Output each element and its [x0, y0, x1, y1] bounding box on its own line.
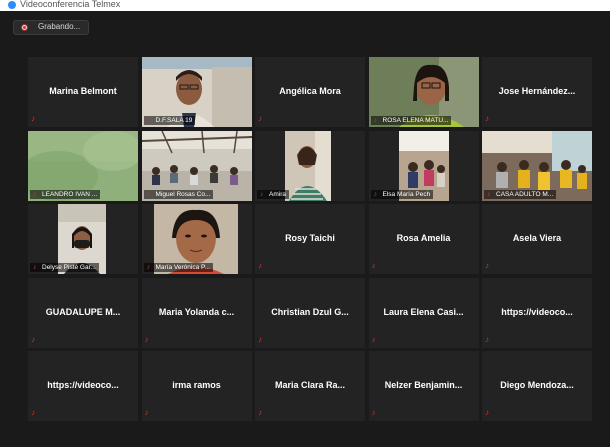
participant-name: Asela Viera — [512, 233, 562, 243]
microphone-muted-icon: ♪ — [33, 190, 37, 198]
participant-name-caption: ♪ D.F.SALA 19 — [143, 116, 196, 125]
participant-name: Marina Belmont — [49, 86, 117, 96]
participant-name: Jose Hernández... — [498, 86, 576, 96]
participant-name: GUADALUPE M... — [45, 306, 121, 317]
participant-video — [285, 130, 331, 201]
microphone-muted-icon: ♪ — [258, 114, 262, 123]
microphone-muted-icon: ♪ — [485, 408, 489, 417]
participant-name: Delyse Pisté Gar... — [42, 264, 96, 271]
participant-tile-diego-mendoza[interactable]: Diego Mendoza... ♪ — [482, 351, 592, 421]
microphone-muted-icon: ♪ — [31, 114, 35, 123]
participant-name: CASA ADULTO M... — [496, 190, 554, 198]
participant-name: https://videoco... — [501, 306, 573, 317]
microphone-muted-icon: ♪ — [144, 408, 149, 417]
participant-name: Miguel Rosas Co... — [155, 190, 211, 198]
participant-tile-rosa-elena-matu[interactable]: ♪ ROSA ELENA MATU... — [368, 57, 479, 127]
participant-tile-rosa-amelia[interactable]: Rosa Amelia ♪ — [368, 204, 479, 274]
participant-tile-elsa-maria-pech[interactable]: ♪ Elsa María Pech — [368, 130, 479, 201]
participant-name: LEANDRO IVAN ... — [42, 190, 98, 198]
participant-tile-christian-dzul-g[interactable]: Christian Dzul G... ♪ — [255, 277, 365, 348]
participant-tile-laura-elena-casi[interactable]: Laura Elena Casi... ♪ — [368, 277, 479, 348]
microphone-muted-icon: ♪ — [258, 261, 262, 270]
microphone-muted-icon: ♪ — [33, 264, 37, 271]
microphone-muted-icon: ♪ — [146, 117, 151, 124]
participant-name: Angélica Mora — [279, 86, 341, 96]
participant-name: Christian Dzul G... — [271, 306, 349, 317]
participant-name-caption: ♪ Amira — [257, 189, 289, 199]
participant-tile-nelzer-benjamin[interactable]: Nelzer Benjamin... ♪ — [368, 351, 479, 421]
participant-tile-d-f-sala-19[interactable]: ♪ D.F.SALA 19 — [141, 57, 252, 127]
microphone-muted-icon: ♪ — [146, 264, 151, 271]
participant-tile-maria-clara-ra[interactable]: Maria Clara Ra... ♪ — [255, 351, 365, 421]
microphone-muted-icon: ♪ — [258, 408, 262, 417]
participant-tile-miguel-rosas-co[interactable]: ♪ Miguel Rosas Co... — [141, 130, 252, 201]
participant-name: irma ramos — [172, 380, 221, 390]
participant-name: Rosa Amelia — [396, 233, 451, 243]
microphone-muted-icon: ♪ — [371, 408, 376, 417]
microphone-muted-icon: ♪ — [31, 408, 35, 417]
microphone-muted-icon: ♪ — [485, 114, 489, 123]
microphone-muted-icon: ♪ — [371, 334, 376, 344]
participant-tile-rosy-taichi[interactable]: Rosy Taichi ♪ — [255, 204, 365, 274]
participant-tile-asela-viera[interactable]: Asela Viera ♪ — [482, 204, 592, 274]
app-logo-icon — [8, 1, 16, 9]
microphone-muted-icon: ♪ — [485, 334, 489, 344]
window-title: Videoconferencia Telmex — [20, 0, 121, 9]
participant-gallery: Marina Belmont ♪ ♪ D.F.SALA 19 Angélica Mora… — [28, 57, 592, 421]
microphone-muted-icon: ♪ — [373, 190, 378, 198]
participant-name-caption: ♪ Miguel Rosas Co... — [143, 189, 214, 199]
participant-name-caption: ♪ CASA ADULTO M... — [484, 189, 557, 199]
participant-name-caption: ♪ Elsa María Pech — [370, 189, 434, 199]
participant-tile-https-videoco[interactable]: https://videoco... ♪ — [482, 277, 592, 348]
participant-tile-irma-ramos[interactable]: irma ramos ♪ — [141, 351, 252, 421]
participant-name: Rosy Taichi — [285, 233, 335, 243]
participant-tile-maria-yolanda-c[interactable]: Maria Yolanda c... ♪ — [141, 277, 252, 348]
participant-name: Laura Elena Casi... — [383, 306, 464, 317]
participant-tile-amira[interactable]: ♪ Amira — [255, 130, 365, 201]
participant-tile-angelica-mora[interactable]: Angélica Mora ♪ — [255, 57, 365, 127]
participant-tile-delyse-piste-gar[interactable]: ♪ Delyse Pisté Gar... — [28, 204, 138, 274]
participant-tile-marina-belmont[interactable]: Marina Belmont ♪ — [28, 57, 138, 127]
microphone-muted-icon: ♪ — [146, 190, 151, 198]
recording-indicator[interactable]: Grabando... — [13, 20, 89, 35]
participant-name-caption: ♪ María Verónica P... — [143, 263, 213, 272]
microphone-muted-icon: ♪ — [260, 190, 264, 198]
microphone-muted-icon: ♪ — [31, 334, 35, 344]
participant-tile-maria-veronica-p[interactable]: ♪ María Verónica P... — [141, 204, 252, 274]
participant-name: Diego Mendoza... — [500, 380, 574, 390]
participant-tile-casa-adulto-m[interactable]: ♪ CASA ADULTO M... — [482, 130, 592, 201]
participant-name: Maria Clara Ra... — [274, 380, 346, 390]
microphone-muted-icon: ♪ — [373, 117, 378, 124]
participant-tile-jose-hernandez[interactable]: Jose Hernández... ♪ — [482, 57, 592, 127]
participant-name: Elsa María Pech — [382, 190, 431, 198]
microphone-muted-icon: ♪ — [258, 334, 262, 344]
participant-name-caption: ♪ LEANDRO IVAN ... — [30, 189, 101, 199]
microphone-muted-icon: ♪ — [485, 261, 489, 270]
microphone-muted-icon: ♪ — [144, 334, 149, 344]
participant-name: D.F.SALA 19 — [155, 117, 193, 124]
microphone-muted-icon: ♪ — [487, 190, 491, 198]
participant-name: https://videoco... — [47, 380, 119, 390]
microphone-muted-icon: ♪ — [371, 261, 376, 270]
participant-name: María Verónica P... — [155, 264, 210, 271]
window-titlebar: Videoconferencia Telmex — [0, 0, 610, 11]
participant-name: ROSA ELENA MATU... — [382, 117, 449, 124]
participant-name: Amira — [269, 190, 286, 198]
participant-tile-https-videoco[interactable]: https://videoco... ♪ — [28, 351, 138, 421]
participant-name-caption: ♪ Delyse Pisté Gar... — [30, 263, 99, 272]
participant-tile-leandro-ivan[interactable]: ♪ LEANDRO IVAN ... — [28, 130, 138, 201]
participant-tile-guadalupe-m[interactable]: GUADALUPE M... ♪ — [28, 277, 138, 348]
participant-name: Maria Yolanda c... — [158, 306, 235, 317]
record-dot-icon — [21, 24, 28, 31]
participant-name: Nelzer Benjamin... — [384, 380, 463, 390]
participant-name-caption: ♪ ROSA ELENA MATU... — [370, 116, 452, 125]
recording-label: Grabando... — [38, 22, 81, 31]
